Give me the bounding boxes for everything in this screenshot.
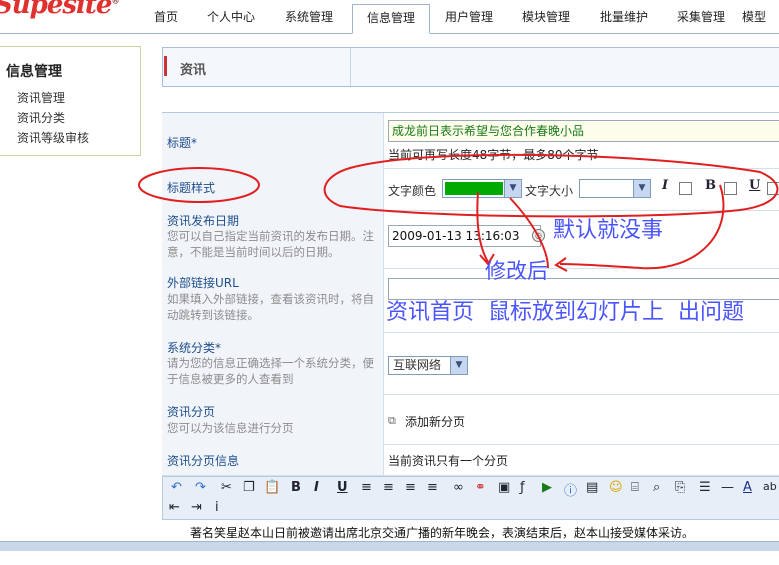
annotation-ellipse-style bbox=[323, 153, 779, 218]
annotation-default-ok: 默认就没事 bbox=[553, 218, 664, 243]
annotation-ellipse-label bbox=[138, 167, 260, 203]
annotation-arrow-1 bbox=[476, 191, 489, 263]
annotation-overlay bbox=[138, 153, 779, 272]
annotation-problem: 资讯首页 鼠标放到幻灯片上 出问题 bbox=[386, 300, 744, 325]
annotation-after-change: 修改后 bbox=[485, 259, 548, 283]
